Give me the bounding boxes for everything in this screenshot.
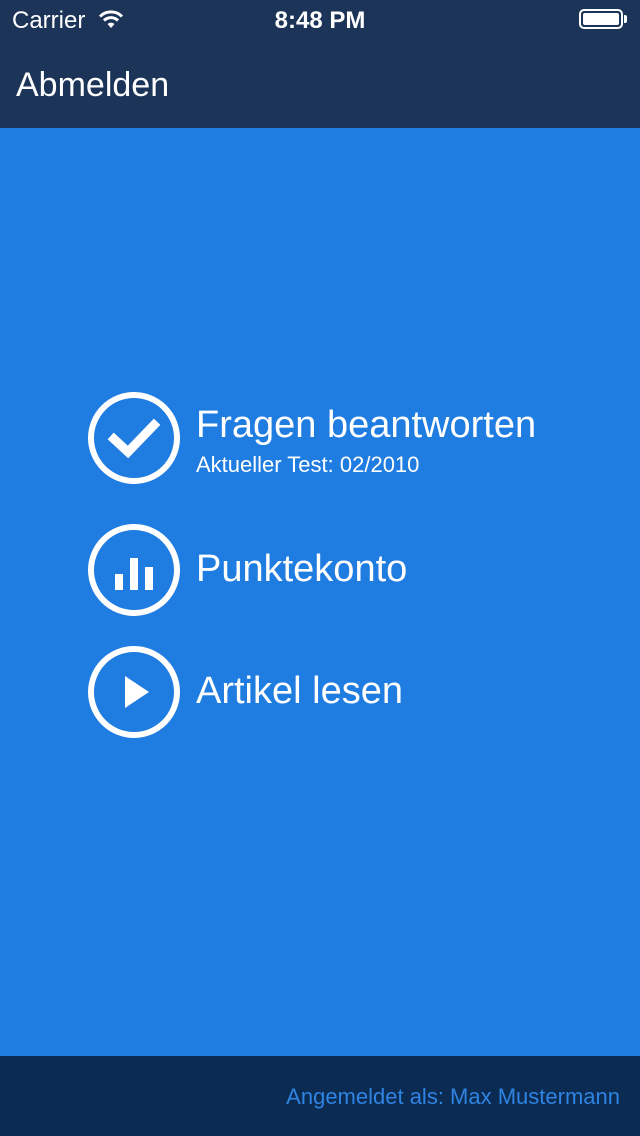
read-articles-label: Artikel lesen (196, 670, 403, 712)
logged-in-label: Angemeldet als: Max Mustermann (286, 1084, 620, 1109)
status-bar: Carrier 8:48 PM (0, 0, 640, 40)
points-account-item[interactable]: Punktekonto (88, 524, 608, 618)
read-articles-item[interactable]: Artikel lesen (88, 646, 608, 740)
logout-button[interactable]: Abmelden (16, 66, 169, 105)
play-icon (88, 646, 180, 738)
answer-questions-item[interactable]: Fragen beantworten Aktueller Test: 02/20… (88, 392, 608, 486)
bar-chart-icon (88, 524, 180, 616)
checkmark-icon (88, 392, 180, 484)
answer-questions-label: Fragen beantworten (196, 404, 537, 446)
points-account-label: Punktekonto (196, 548, 408, 590)
current-test-label: Aktueller Test: 02/2010 (196, 452, 420, 477)
clock: 8:48 PM (274, 7, 366, 34)
top-bar: Carrier 8:48 PM Abmelden (0, 0, 640, 128)
footer-bar: Angemeldet als: Max Mustermann (0, 1056, 640, 1136)
battery-tip (624, 15, 627, 23)
battery-icon (579, 9, 623, 29)
